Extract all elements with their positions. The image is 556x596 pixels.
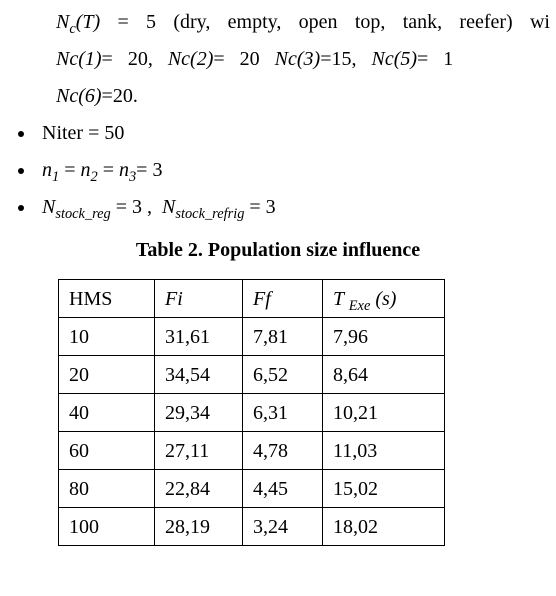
col-header-ff: Ff xyxy=(243,280,323,318)
table-cell-t: 18,02 xyxy=(323,508,445,546)
table-cell-fi: 34,54 xyxy=(155,356,243,394)
table-cell-t: 7,96 xyxy=(323,318,445,356)
list-item: Niter = 50 xyxy=(36,115,550,152)
table-cell-t: 10,21 xyxy=(323,394,445,432)
table-caption: Table 2. Population size influence xyxy=(6,232,550,269)
table-cell-hms: 100 xyxy=(59,508,155,546)
table-row: 2034,546,528,64 xyxy=(59,356,445,394)
table-body: 1031,617,817,962034,546,528,644029,346,3… xyxy=(59,318,445,546)
table-row: 1031,617,817,96 xyxy=(59,318,445,356)
table-cell-ff: 3,24 xyxy=(243,508,323,546)
table-row: 8022,844,4515,02 xyxy=(59,470,445,508)
table-header-row: HMS Fi Ff T Exe (s) xyxy=(59,280,445,318)
continuation-line-3: Nc(6)=20. xyxy=(56,78,550,115)
page-excerpt: Nc(T) = 5 (dry, empty, open top, tank, r… xyxy=(0,0,556,546)
continuation-line-1: Nc(T) = 5 (dry, empty, open top, tank, r… xyxy=(56,4,550,41)
table-cell-hms: 80 xyxy=(59,470,155,508)
table-cell-ff: 7,81 xyxy=(243,318,323,356)
col-header-texe: T Exe (s) xyxy=(323,280,445,318)
list-item: Nstock_reg = 3 , Nstock_refrig = 3 xyxy=(36,189,550,226)
population-size-table: HMS Fi Ff T Exe (s) 1031,617,817,962034,… xyxy=(58,279,445,546)
table-cell-ff: 4,78 xyxy=(243,432,323,470)
table-cell-hms: 10 xyxy=(59,318,155,356)
table-row: 10028,193,2418,02 xyxy=(59,508,445,546)
table-cell-fi: 22,84 xyxy=(155,470,243,508)
table-cell-t: 11,03 xyxy=(323,432,445,470)
table-cell-fi: 31,61 xyxy=(155,318,243,356)
table-cell-t: 15,02 xyxy=(323,470,445,508)
col-header-fi: Fi xyxy=(155,280,243,318)
table-cell-ff: 6,31 xyxy=(243,394,323,432)
param-n123: n1 = n2 = n3= 3 xyxy=(42,159,162,181)
table-cell-hms: 40 xyxy=(59,394,155,432)
table-cell-fi: 27,11 xyxy=(155,432,243,470)
table-row: 4029,346,3110,21 xyxy=(59,394,445,432)
table-cell-ff: 4,45 xyxy=(243,470,323,508)
continuation-line-2: Nc(1)= 20, Nc(2)= 20 Nc(3)=15, Nc(5)= 1 xyxy=(56,41,550,78)
table-row: 6027,114,7811,03 xyxy=(59,432,445,470)
table-cell-fi: 28,19 xyxy=(155,508,243,546)
col-header-hms: HMS xyxy=(59,280,155,318)
table-cell-ff: 6,52 xyxy=(243,356,323,394)
table-cell-fi: 29,34 xyxy=(155,394,243,432)
parameters-list: Niter = 50 n1 = n2 = n3= 3 Nstock_reg = … xyxy=(6,115,550,226)
table-cell-hms: 20 xyxy=(59,356,155,394)
param-nstock: Nstock_reg = 3 , Nstock_refrig = 3 xyxy=(42,196,276,218)
table-cell-t: 8,64 xyxy=(323,356,445,394)
list-item: n1 = n2 = n3= 3 xyxy=(36,152,550,189)
param-niter: Niter = 50 xyxy=(42,122,124,144)
table-cell-hms: 60 xyxy=(59,432,155,470)
